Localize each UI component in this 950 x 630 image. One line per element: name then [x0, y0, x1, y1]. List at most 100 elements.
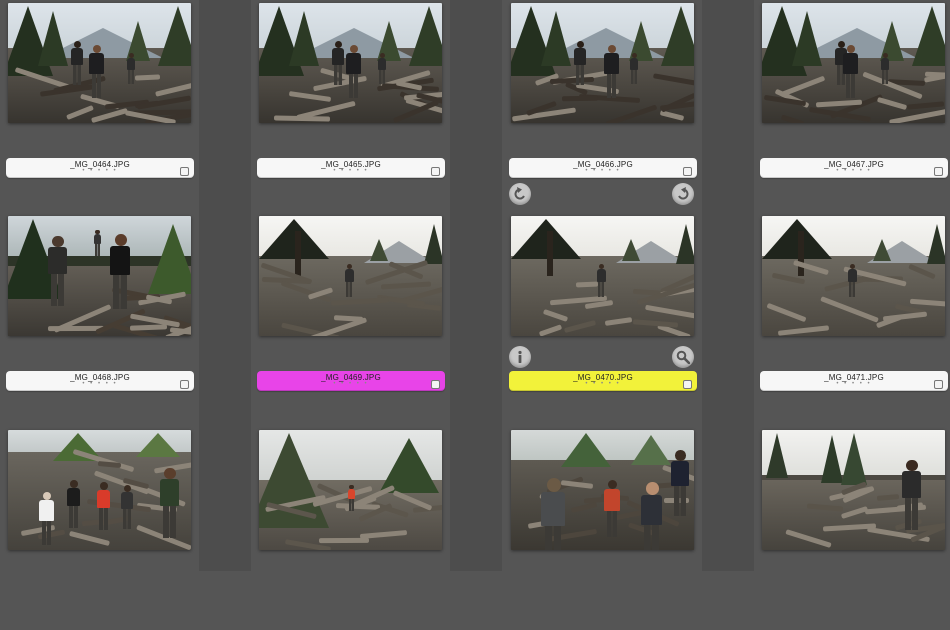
- person-head: [608, 480, 618, 490]
- person-body: [126, 57, 136, 70]
- person-body: [89, 53, 104, 74]
- rating-stars[interactable]: • • • • •: [6, 168, 194, 174]
- photo-thumbnail[interactable]: [762, 430, 945, 550]
- zoom-button[interactable]: [672, 346, 694, 368]
- rotate-right-button[interactable]: [672, 183, 694, 205]
- select-checkbox[interactable]: [934, 380, 943, 389]
- tree-shape: [409, 3, 442, 66]
- tree-shape: [259, 216, 329, 259]
- person-body: [159, 479, 179, 507]
- person-figure: [88, 45, 105, 98]
- person-body: [843, 53, 858, 74]
- tree-shape: [148, 221, 191, 294]
- photo-cell[interactable]: [259, 430, 442, 630]
- photo-cell[interactable]: [511, 430, 694, 630]
- photo-thumbnail[interactable]: [511, 3, 694, 123]
- filename-label[interactable]: _MG_0466.JPG • • • • •: [509, 158, 697, 178]
- person-legs: [123, 509, 131, 529]
- person-head: [164, 468, 176, 480]
- person-figure: [70, 41, 84, 85]
- rating-stars[interactable]: • • • • •: [509, 168, 697, 174]
- select-checkbox[interactable]: [683, 167, 692, 176]
- person-legs: [113, 274, 127, 309]
- photo-cell[interactable]: _MG_0469.JPG • • • • •: [257, 216, 445, 416]
- photo-thumbnail[interactable]: [259, 430, 442, 550]
- select-checkbox[interactable]: [180, 167, 189, 176]
- person-figure: [347, 485, 355, 512]
- photo-cell[interactable]: _MG_0467.JPG • • • • •: [760, 3, 948, 203]
- photo-thumbnail[interactable]: [8, 3, 191, 123]
- photo-thumbnail[interactable]: [762, 216, 945, 336]
- person-head: [675, 450, 686, 461]
- zoom-glyph: [676, 350, 690, 364]
- photo-cell[interactable]: _MG_0465.JPG • • • • •: [257, 3, 445, 203]
- filename-label[interactable]: _MG_0469.JPG • • • • •: [257, 371, 445, 391]
- person-body: [97, 489, 111, 509]
- person-head: [52, 236, 64, 248]
- person-figure: [880, 53, 890, 84]
- person-head: [124, 485, 131, 492]
- photo-cell[interactable]: _MG_0466.JPG • • • • •: [509, 3, 697, 203]
- select-checkbox[interactable]: [683, 380, 692, 389]
- person-head: [335, 41, 342, 48]
- photo-thumbnail[interactable]: [762, 3, 945, 123]
- rating-stars[interactable]: • • • • •: [760, 381, 948, 387]
- rating-stars[interactable]: • • • • •: [257, 168, 445, 174]
- filename-label[interactable]: _MG_0465.JPG • • • • •: [257, 158, 445, 178]
- photo-cell[interactable]: _MG_0464.JPG • • • • •: [6, 3, 194, 203]
- filename-label[interactable]: _MG_0468.JPG • • • • •: [6, 371, 194, 391]
- debris-log: [318, 537, 369, 544]
- photo-cell[interactable]: _MG_0468.JPG • • • • •: [6, 216, 194, 416]
- person-figure: [847, 264, 858, 297]
- person-figure: [96, 482, 111, 531]
- filename-label[interactable]: _MG_0470.JPG • • • • •: [509, 371, 697, 391]
- person-figure: [639, 482, 664, 550]
- tree-shape: [873, 236, 891, 261]
- tree-shape: [135, 430, 180, 457]
- person-body: [47, 247, 67, 275]
- filename-label[interactable]: _MG_0464.JPG • • • • •: [6, 158, 194, 178]
- person-body: [67, 487, 81, 507]
- person-legs: [334, 65, 342, 85]
- info-button[interactable]: [509, 346, 531, 368]
- photo-cell[interactable]: _MG_0471.JPG • • • • •: [760, 216, 948, 416]
- tree-shape: [379, 435, 439, 493]
- select-checkbox[interactable]: [431, 167, 440, 176]
- debris-log: [135, 74, 161, 81]
- filename-label[interactable]: _MG_0471.JPG • • • • •: [760, 371, 948, 391]
- photo-thumbnail[interactable]: [259, 216, 442, 336]
- rating-stars[interactable]: • • • • •: [6, 381, 194, 387]
- person-figure: [120, 485, 134, 529]
- photo-thumbnail[interactable]: [511, 216, 694, 336]
- photo-thumbnail[interactable]: [259, 3, 442, 123]
- photo-thumbnail[interactable]: [8, 430, 191, 550]
- photo-thumbnail[interactable]: [511, 430, 694, 550]
- rating-stars[interactable]: • • • • •: [257, 381, 445, 387]
- person-body: [332, 48, 344, 65]
- grid-gutter: [450, 0, 502, 571]
- rating-stars[interactable]: • • • • •: [509, 381, 697, 387]
- tree-shape: [912, 3, 945, 66]
- rating-stars[interactable]: • • • • •: [760, 168, 948, 174]
- photo-cell[interactable]: [8, 430, 191, 630]
- tree-shape: [676, 221, 694, 264]
- select-checkbox[interactable]: [431, 380, 440, 389]
- rotate-left-button[interactable]: [509, 183, 531, 205]
- person-head: [92, 45, 102, 54]
- photo-cell[interactable]: _MG_0470.JPG • • • • •: [509, 216, 697, 416]
- person-body: [121, 492, 133, 509]
- filename-label[interactable]: _MG_0467.JPG • • • • •: [760, 158, 948, 178]
- person-body: [596, 269, 606, 282]
- person-legs: [845, 73, 856, 98]
- person-figure: [46, 236, 68, 307]
- photo-cell[interactable]: [762, 430, 945, 630]
- person-figure: [345, 45, 362, 98]
- select-checkbox[interactable]: [934, 167, 943, 176]
- photo-thumbnail[interactable]: [8, 216, 191, 336]
- person-legs: [50, 274, 64, 307]
- grid-gutter: [199, 0, 251, 571]
- person-legs: [606, 511, 618, 538]
- person-body: [109, 245, 131, 275]
- select-checkbox[interactable]: [180, 380, 189, 389]
- person-body: [640, 494, 663, 526]
